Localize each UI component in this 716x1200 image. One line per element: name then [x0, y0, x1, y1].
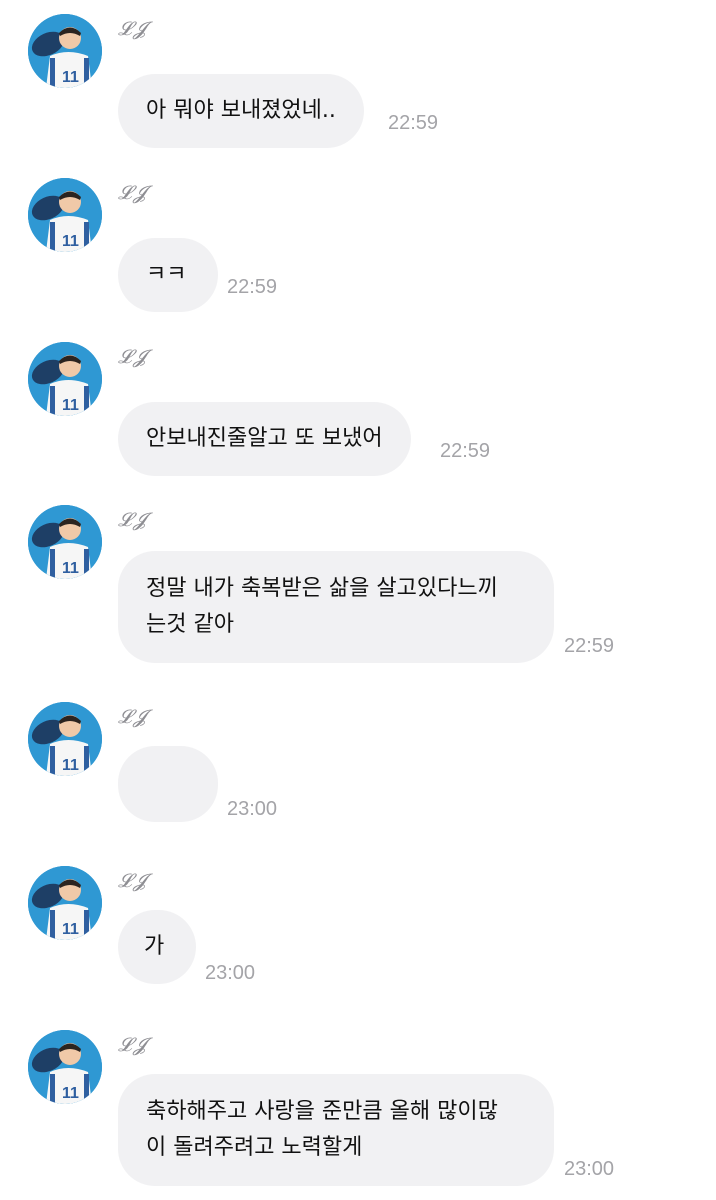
message-time: 22:59	[388, 112, 439, 134]
svg-text:11: 11	[62, 397, 79, 414]
message-time: 22:59	[564, 635, 615, 657]
sender-name: 𝓛𝓙	[118, 509, 147, 531]
message-time: 23:00	[564, 1158, 615, 1180]
svg-text:11: 11	[62, 233, 79, 250]
svg-text:11: 11	[62, 560, 79, 577]
svg-text:11: 11	[62, 757, 79, 774]
avatar-photo-icon: 11	[28, 1030, 102, 1104]
avatar-photo-icon: 11	[28, 178, 102, 252]
message-time: 23:00	[205, 962, 256, 984]
message-bubble[interactable]: 축하해주고 사랑을 준만큼 올해 많이많 이 돌려주려고 노력할게	[118, 1074, 554, 1186]
avatar-photo-icon: 11	[28, 14, 102, 88]
chat-thread: 11 𝓛𝓙 아 뭐야 보내졌었네.. 22:59 11 𝓛𝓙 ㅋㅋ 22:59	[0, 0, 716, 1200]
svg-text:11: 11	[62, 69, 79, 86]
avatar[interactable]: 11	[28, 505, 102, 579]
svg-text:11: 11	[62, 921, 79, 938]
sender-name: 𝓛𝓙	[118, 706, 147, 728]
avatar[interactable]: 11	[28, 1030, 102, 1104]
avatar-photo-icon: 11	[28, 342, 102, 416]
message-bubble[interactable]: 정말 내가 축복받은 삶을 살고있다느끼 는것 같아	[118, 551, 554, 663]
svg-text:11: 11	[62, 1085, 79, 1102]
avatar-photo-icon: 11	[28, 505, 102, 579]
sender-name: 𝓛𝓙	[118, 346, 147, 368]
avatar[interactable]: 11	[28, 178, 102, 252]
avatar[interactable]: 11	[28, 866, 102, 940]
avatar[interactable]: 11	[28, 702, 102, 776]
sender-name: 𝓛𝓙	[118, 182, 147, 204]
sender-name: 𝓛𝓙	[118, 1034, 147, 1056]
message-bubble[interactable]: ㅋㅋ	[118, 238, 218, 312]
message-bubble[interactable]: 안보내진줄알고 또 보냈어	[118, 402, 411, 476]
avatar[interactable]: 11	[28, 342, 102, 416]
avatar-photo-icon: 11	[28, 702, 102, 776]
message-time: 22:59	[227, 276, 278, 298]
message-time: 22:59	[440, 440, 491, 462]
message-bubble[interactable]: 가	[118, 910, 196, 984]
sender-name: 𝓛𝓙	[118, 870, 147, 892]
message-bubble[interactable]	[118, 746, 218, 822]
avatar[interactable]: 11	[28, 14, 102, 88]
avatar-photo-icon: 11	[28, 866, 102, 940]
message-bubble[interactable]: 아 뭐야 보내졌었네..	[118, 74, 364, 148]
sender-name: 𝓛𝓙	[118, 18, 147, 40]
message-time: 23:00	[227, 798, 278, 820]
